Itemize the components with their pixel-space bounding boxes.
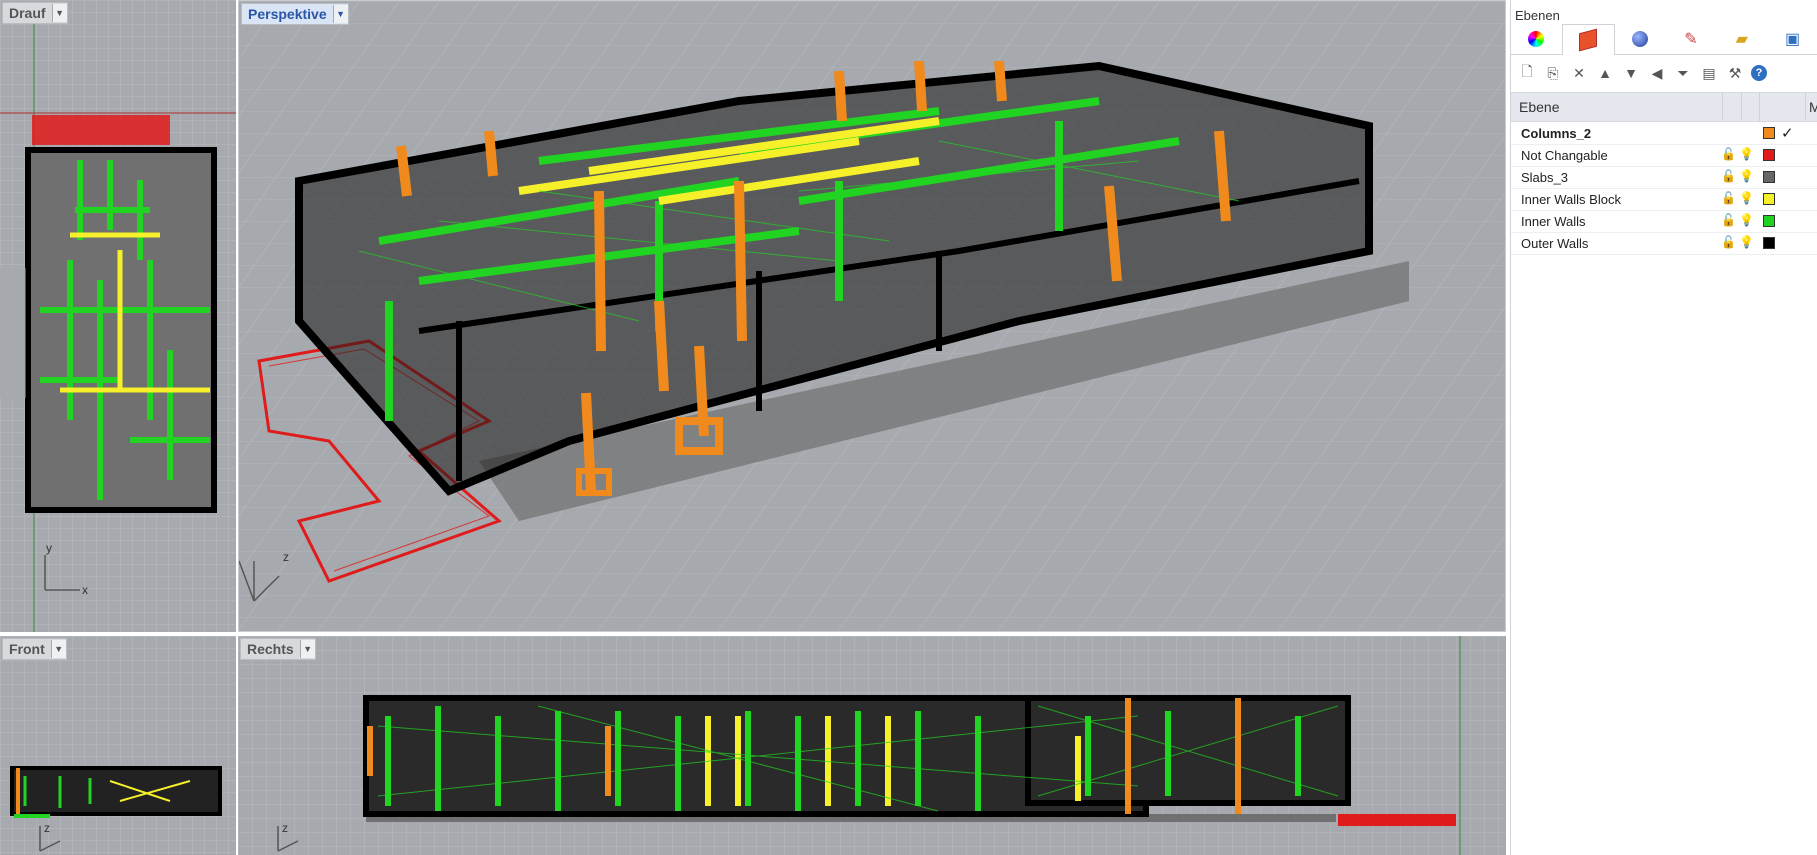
viewport-label: Rechts <box>247 641 294 657</box>
lightbulb-icon[interactable]: 💡 <box>1739 191 1754 205</box>
dropdown-arrow-icon[interactable]: ▼ <box>51 4 67 22</box>
layer-row[interactable]: Columns_2 ✓ <box>1511 122 1817 145</box>
layer-color-swatch[interactable] <box>1763 171 1775 183</box>
viewport-tab-rechts[interactable]: Rechts ▼ <box>240 638 316 660</box>
viewport-right[interactable]: z Rechts ▼ <box>238 636 1506 855</box>
axis-y-label: y <box>46 541 52 555</box>
layer-name[interactable]: Inner Walls Block <box>1521 192 1621 207</box>
unlock-icon[interactable]: 🔓 <box>1721 213 1736 227</box>
layer-name[interactable]: Slabs_3 <box>1521 170 1568 185</box>
layers-panel: Ebenen ✎ ▰ ▣ 🗋 ⎘ ✕ ▲ ▼ ◀ ⏷ ▤ ⚒? Ebene M Columns_… <box>1510 0 1817 855</box>
viewport-drawing: z <box>239 1 1505 631</box>
new-sublayer-icon[interactable]: ⎘ <box>1543 63 1563 83</box>
axis-z-label: z <box>44 821 50 835</box>
move-out-icon[interactable]: ◀ <box>1647 63 1667 83</box>
current-layer-check-icon: ✓ <box>1781 125 1794 142</box>
viewport-front[interactable]: z Front ▼ <box>0 636 236 855</box>
column-header-material[interactable]: M <box>1809 99 1817 115</box>
panel-title: Ebenen <box>1515 8 1560 23</box>
layer-name[interactable]: Outer Walls <box>1521 236 1588 251</box>
viewport-grid: y x <box>0 0 236 632</box>
delete-icon[interactable]: ✕ <box>1569 63 1589 83</box>
new-layer-icon[interactable]: 🗋 <box>1517 63 1537 83</box>
filter-icon[interactable]: ⏷ <box>1673 63 1693 83</box>
unlock-icon[interactable]: 🔓 <box>1721 169 1736 183</box>
column-header-name[interactable]: Ebene <box>1519 99 1559 115</box>
unlock-icon[interactable]: 🔓 <box>1721 147 1736 161</box>
lightbulb-icon[interactable]: 💡 <box>1739 235 1754 249</box>
layers-icon[interactable] <box>1561 24 1615 55</box>
layer-color-swatch[interactable] <box>1763 127 1775 139</box>
lightbulb-icon[interactable]: 💡 <box>1739 169 1754 183</box>
move-up-icon[interactable]: ▲ <box>1595 63 1615 83</box>
layer-name[interactable]: Columns_2 <box>1521 126 1591 141</box>
dropdown-arrow-icon[interactable]: ▼ <box>332 5 348 23</box>
viewport-top[interactable]: y x Drauf ▼ <box>0 0 236 632</box>
layer-row[interactable]: Slabs_3 🔓 💡 <box>1511 166 1817 189</box>
viewport-tab-drauf[interactable]: Drauf ▼ <box>2 2 68 24</box>
properties-icon[interactable]: ▤ <box>1699 63 1719 83</box>
folder-icon[interactable]: ▰ <box>1716 24 1767 54</box>
layer-row[interactable]: Outer Walls 🔓 💡 <box>1511 232 1817 255</box>
render-sphere-icon[interactable] <box>1615 24 1666 54</box>
layer-name[interactable]: Not Changable <box>1521 148 1608 163</box>
layer-name[interactable]: Inner Walls <box>1521 214 1586 229</box>
viewport-tab-front[interactable]: Front ▼ <box>2 638 67 660</box>
layer-color-swatch[interactable] <box>1763 237 1775 249</box>
layer-row[interactable]: Not Changable 🔓 💡 <box>1511 144 1817 167</box>
brush-icon[interactable]: ✎ <box>1665 24 1716 54</box>
viewport-drawing: z <box>0 636 236 855</box>
layer-color-swatch[interactable] <box>1763 149 1775 161</box>
unlock-icon[interactable]: 🔓 <box>1721 235 1736 249</box>
camera-icon[interactable]: ▣ <box>1767 24 1817 54</box>
panel-tabs: ✎ ▰ ▣ <box>1511 24 1817 55</box>
viewport-drawing: z <box>238 636 1506 855</box>
layers-column-header: Ebene M <box>1511 92 1817 122</box>
color-wheel-icon[interactable] <box>1511 24 1562 54</box>
dropdown-arrow-icon[interactable]: ▼ <box>50 640 66 658</box>
help-icon[interactable]: ? <box>1751 65 1767 81</box>
layer-color-swatch[interactable] <box>1763 193 1775 205</box>
viewport-tab-perspektive[interactable]: Perspektive ▼ <box>241 3 349 25</box>
viewport-perspective[interactable]: z Perspektive ▼ <box>238 0 1506 632</box>
layer-color-swatch[interactable] <box>1763 215 1775 227</box>
plan-drawing <box>0 115 217 513</box>
lightbulb-icon[interactable]: 💡 <box>1739 147 1754 161</box>
viewport-label: Front <box>9 641 45 657</box>
axis-x-label: x <box>82 583 88 597</box>
axis-z-label: z <box>283 550 289 564</box>
layers-toolbar: 🗋 ⎘ ✕ ▲ ▼ ◀ ⏷ ▤ ⚒? <box>1511 58 1817 88</box>
dropdown-arrow-icon[interactable]: ▼ <box>299 640 315 658</box>
layer-row[interactable]: Inner Walls 🔓 💡 <box>1511 210 1817 233</box>
axis-z-label: z <box>282 821 288 835</box>
viewport-label: Perspektive <box>248 6 327 22</box>
layer-row[interactable]: Inner Walls Block 🔓 💡 <box>1511 188 1817 211</box>
tools-icon[interactable]: ⚒ <box>1725 63 1745 83</box>
lightbulb-icon[interactable]: 💡 <box>1739 213 1754 227</box>
viewport-label: Drauf <box>9 5 46 21</box>
unlock-icon[interactable]: 🔓 <box>1721 191 1736 205</box>
move-down-icon[interactable]: ▼ <box>1621 63 1641 83</box>
